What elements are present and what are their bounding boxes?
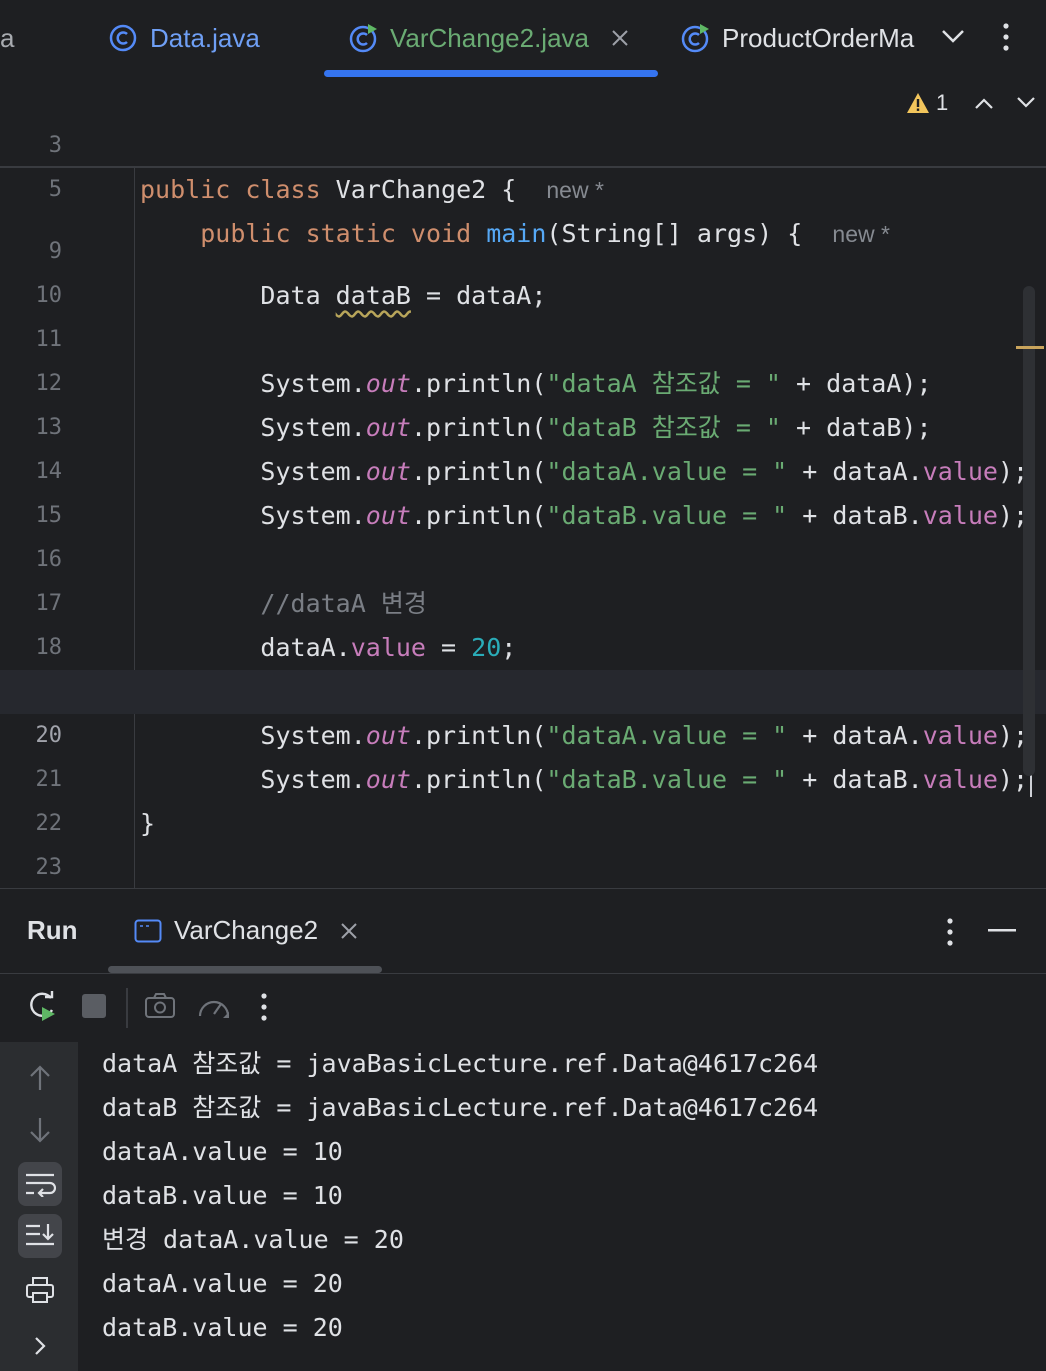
code-line[interactable]: 17 dataA.value = 20; bbox=[0, 538, 1046, 662]
rerun-icon[interactable] bbox=[26, 990, 58, 1022]
tab-productorder[interactable]: ProductOrderMa bbox=[680, 0, 916, 76]
console-line: dataB.value = 20 bbox=[102, 1313, 343, 1342]
chevron-right-icon[interactable] bbox=[18, 1324, 62, 1368]
scroll-to-end-icon[interactable] bbox=[18, 1214, 62, 1258]
console-icon bbox=[134, 919, 162, 943]
run-tab-indicator bbox=[108, 966, 382, 973]
run-toolbar bbox=[0, 974, 1046, 1042]
new-hint: new * bbox=[546, 177, 604, 203]
run-header: Run VarChange2 bbox=[0, 889, 1046, 974]
console-output[interactable]: dataA 참조값 = javaBasicLecture.ref.Data@46… bbox=[102, 1042, 1032, 1350]
sticky-line-main[interactable]: 5 public static void main(String[] args)… bbox=[0, 124, 1046, 248]
stop-icon[interactable] bbox=[82, 994, 106, 1018]
console-line: dataB 참조값 = javaBasicLecture.ref.Data@46… bbox=[102, 1093, 819, 1122]
tab-partial[interactable]: a bbox=[0, 0, 14, 76]
code-line[interactable]: 15 bbox=[0, 450, 1046, 528]
close-icon[interactable] bbox=[611, 29, 629, 47]
console-line: 변경 dataA.value = 20 bbox=[102, 1225, 404, 1254]
editor-scrollbar[interactable] bbox=[1023, 286, 1035, 776]
current-code-line[interactable]: 20 System.out.println("dataB.value = " +… bbox=[0, 670, 1046, 797]
code-line[interactable]: 23 bbox=[0, 802, 1046, 880]
code-line[interactable]: 13 System.out.println("dataA.value = " +… bbox=[0, 362, 1046, 486]
more-vertical-icon[interactable] bbox=[256, 992, 272, 1022]
camera-icon[interactable] bbox=[144, 992, 176, 1020]
code-line[interactable]: 12 System.out.println("dataB 참조값 = " + d… bbox=[0, 318, 1046, 442]
console-line: dataA.value = 20 bbox=[102, 1269, 343, 1298]
java-class-icon bbox=[108, 23, 138, 53]
new-hint: new * bbox=[832, 221, 890, 247]
chevron-down-icon[interactable] bbox=[1016, 96, 1036, 110]
active-tab-indicator bbox=[324, 70, 658, 77]
code-line[interactable]: 19 System.out.println("dataA.value = " +… bbox=[0, 626, 1046, 750]
arrow-up-icon[interactable] bbox=[18, 1056, 62, 1100]
code-line[interactable]: 18 System.out.println("변경 dataA.value = … bbox=[0, 582, 1046, 706]
chevron-up-icon[interactable] bbox=[974, 96, 994, 110]
print-icon[interactable] bbox=[18, 1268, 62, 1312]
chevron-down-icon[interactable] bbox=[940, 26, 966, 46]
java-run-class-icon bbox=[348, 23, 378, 53]
code-line[interactable]: 11 System.out.println("dataA 참조값 = " + d… bbox=[0, 274, 1046, 398]
code-editor[interactable]: 3 public class VarChange2 { new * 5 publ… bbox=[0, 78, 1046, 888]
close-icon[interactable] bbox=[340, 922, 358, 940]
toolbar-separator bbox=[126, 988, 128, 1028]
sticky-line-class[interactable]: 3 public class VarChange2 { new * bbox=[0, 80, 1046, 204]
run-title: Run bbox=[27, 915, 78, 945]
arrow-down-icon[interactable] bbox=[18, 1108, 62, 1152]
code-line[interactable]: 16 //dataA 변경 bbox=[0, 494, 1046, 618]
code-line[interactable]: 14 System.out.println("dataB.value = " +… bbox=[0, 406, 1046, 530]
more-vertical-icon[interactable] bbox=[942, 917, 958, 947]
code-line[interactable]: 21 } bbox=[0, 714, 1046, 838]
scroll-warning-marker[interactable] bbox=[1016, 346, 1044, 349]
inspection-widget[interactable]: 1 bbox=[906, 90, 1036, 116]
run-tab-varchange2[interactable]: VarChange2 bbox=[134, 915, 358, 946]
editor-tab-bar: a Data.java VarChange2.java ProductOrder… bbox=[0, 0, 1046, 79]
console-line: dataA 참조값 = javaBasicLecture.ref.Data@46… bbox=[102, 1049, 819, 1078]
minimize-icon[interactable] bbox=[988, 929, 1016, 933]
run-tool-window: Run VarChange2 dataA 참조값 = javaBasicLect… bbox=[0, 888, 1046, 1371]
console-line: dataB.value = 10 bbox=[102, 1181, 343, 1210]
java-run-class-icon bbox=[680, 23, 710, 53]
sticky-scroll-header[interactable]: 3 public class VarChange2 { new * 5 publ… bbox=[0, 78, 1046, 248]
console-side-toolbar bbox=[0, 1042, 78, 1371]
console-line: dataA.value = 10 bbox=[102, 1137, 343, 1166]
profiler-icon[interactable] bbox=[196, 992, 232, 1022]
tab-varchange2-java[interactable]: VarChange2.java bbox=[348, 0, 629, 76]
soft-wrap-icon[interactable] bbox=[18, 1162, 62, 1206]
more-vertical-icon[interactable] bbox=[998, 22, 1014, 52]
tab-data-java[interactable]: Data.java bbox=[108, 0, 260, 76]
code-line[interactable]: 22 bbox=[0, 758, 1046, 836]
warning-icon bbox=[906, 92, 930, 114]
